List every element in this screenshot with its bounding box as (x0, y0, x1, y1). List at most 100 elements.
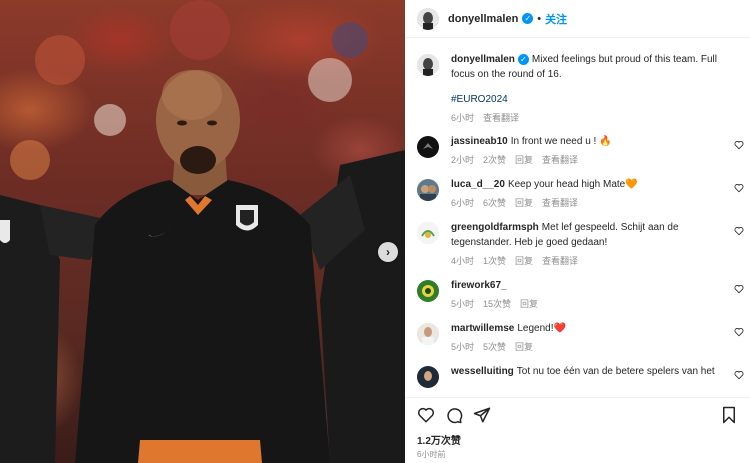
post-photo[interactable]: › (0, 0, 405, 463)
comment-item: jassineab10 In front we need u ! 🔥 2小时 2次… (405, 134, 750, 166)
post-panel: donyellmalen ✓ • 关注 donyellmalen ✓ Mixed f… (405, 0, 750, 463)
comment-meta: 4小时 1次赞 回复 查看翻译 (451, 254, 722, 267)
comments-list[interactable]: donyellmalen ✓ Mixed feelings but proud of… (405, 44, 750, 396)
comment-likes[interactable]: 1次赞 (483, 254, 506, 267)
firework-avatar (417, 280, 439, 302)
comment-meta: 2小时 2次赞 回复 查看翻译 (451, 153, 722, 166)
comment-translate-link[interactable]: 查看翻译 (542, 196, 578, 209)
comment-text: luca_d__20 Keep your head high Mate🧡 (451, 177, 722, 192)
comment-icon[interactable] (445, 406, 463, 424)
caption-hashtag[interactable]: #EURO2024 (451, 92, 722, 107)
comment-meta: 6小时 6次赞 回复 查看翻译 (451, 196, 722, 209)
author-avatar-image (417, 54, 439, 76)
comment-username[interactable]: greengoldfarmsph (451, 222, 539, 233)
post-header: donyellmalen ✓ • 关注 (405, 0, 750, 38)
caption-body: donyellmalen ✓ Mixed feelings but proud of… (451, 52, 738, 124)
comment-body: martwillemse Legend!❤️ 5小时 5次赞 回复 (451, 321, 738, 353)
greengold-avatar (417, 222, 439, 244)
post-timestamp: 6小时前 (417, 450, 446, 459)
comment-like-heart-icon[interactable] (734, 327, 744, 337)
caption-item: donyellmalen ✓ Mixed feelings but proud of… (405, 52, 750, 124)
comment-likes[interactable]: 2次赞 (483, 153, 506, 166)
comment-likes[interactable]: 5次赞 (483, 340, 506, 353)
comment-reply-button[interactable]: 回复 (515, 153, 533, 166)
comment-avatar[interactable] (417, 179, 439, 201)
author-avatar-image (417, 7, 439, 30)
comment-meta: 5小时 15次赞 回复 (451, 297, 722, 310)
comment-like-heart-icon[interactable] (734, 183, 744, 193)
comment-like-heart-icon[interactable] (734, 370, 744, 380)
comment-avatar[interactable] (417, 136, 439, 158)
comment-like-heart-icon[interactable] (734, 226, 744, 236)
comment-item: wesselluiting Tot nu toe één van de beter… (405, 364, 750, 388)
verified-badge-icon: ✓ (522, 13, 534, 24)
comment-content: In front we need u ! 🔥 (510, 136, 612, 147)
comment-reply-button[interactable]: 回复 (515, 254, 533, 267)
comment-body: jassineab10 In front we need u ! 🔥 2小时 2次… (451, 134, 738, 166)
comment-content: Legend!❤️ (517, 323, 566, 334)
comment-content: Keep your head high Mate🧡 (507, 179, 638, 190)
chevron-right-icon: › (386, 245, 390, 259)
comment-reply-button[interactable]: 回复 (520, 297, 538, 310)
author-username[interactable]: donyellmalen (448, 13, 518, 25)
comment-text: martwillemse Legend!❤️ (451, 321, 722, 336)
comment-text: jassineab10 In front we need u ! 🔥 (451, 134, 722, 149)
comment-text: firework67_ (451, 278, 722, 293)
share-icon[interactable] (473, 406, 491, 424)
comment-likes[interactable]: 6次赞 (483, 196, 506, 209)
jassineab10-avatar (417, 136, 439, 158)
caption-username[interactable]: donyellmalen (451, 54, 515, 65)
post-like-count[interactable]: 1.2万次赞 (417, 432, 461, 447)
comment-translate-link[interactable]: 查看翻译 (542, 254, 578, 267)
bookmark-icon[interactable] (720, 406, 738, 424)
carousel-next-button[interactable]: › (378, 242, 398, 262)
caption-time: 6小时 (451, 113, 475, 123)
comment-like-heart-icon[interactable] (734, 284, 744, 294)
caption-text: donyellmalen ✓ Mixed feelings but proud of… (451, 52, 722, 82)
comment-avatar[interactable] (417, 222, 439, 244)
comment-like-heart-icon[interactable] (734, 140, 744, 150)
comment-body: wesselluiting Tot nu toe één van de beter… (451, 364, 738, 388)
header-separator: • (537, 12, 542, 25)
comment-item: martwillemse Legend!❤️ 5小时 5次赞 回复 (405, 321, 750, 353)
wesselluiting-avatar (417, 366, 439, 388)
comment-time: 4小时 (451, 256, 475, 266)
comment-username[interactable]: martwillemse (451, 323, 514, 334)
comment-username[interactable]: luca_d__20 (451, 179, 505, 190)
comment-text: greengoldfarmsph Met lef gespeeld. Schijt… (451, 220, 722, 250)
comment-time: 5小时 (451, 299, 475, 309)
author-avatar[interactable] (417, 7, 439, 30)
author-avatar[interactable] (417, 54, 439, 76)
comment-item: firework67_ 5小时 15次赞 回复 (405, 278, 750, 310)
comment-item: luca_d__20 Keep your head high Mate🧡 6小时 … (405, 177, 750, 209)
comment-avatar[interactable] (417, 323, 439, 345)
comment-translate-link[interactable]: 查看翻译 (542, 153, 578, 166)
verified-badge-icon: ✓ (517, 53, 529, 65)
comment-avatar[interactable] (417, 366, 439, 388)
comment-username[interactable]: firework67_ (451, 280, 507, 291)
follow-button[interactable]: 关注 (545, 11, 567, 27)
comment-reply-button[interactable]: 回复 (515, 340, 533, 353)
comment-username[interactable]: jassineab10 (451, 136, 508, 147)
comment-time: 2小时 (451, 155, 475, 165)
comment-content: Tot nu toe één van de betere spelers van… (516, 366, 715, 377)
comment-likes[interactable]: 15次赞 (483, 297, 511, 310)
comment-body: firework67_ 5小时 15次赞 回复 (451, 278, 738, 310)
heart-icon[interactable] (417, 406, 435, 424)
comment-body: luca_d__20 Keep your head high Mate🧡 6小时 … (451, 177, 738, 209)
comment-avatar[interactable] (417, 280, 439, 302)
comment-text: wesselluiting Tot nu toe één van de beter… (451, 364, 722, 379)
comment-body: greengoldfarmsph Met lef gespeeld. Schijt… (451, 220, 738, 267)
comment-time: 5小时 (451, 342, 475, 352)
post-photo-illustration (0, 0, 405, 463)
caption-meta: 6小时 查看翻译 (451, 111, 722, 124)
comment-item: greengoldfarmsph Met lef gespeeld. Schijt… (405, 220, 750, 267)
post-actions-bar (405, 397, 750, 431)
caption-translate-link[interactable]: 查看翻译 (483, 111, 519, 124)
luca-avatar (417, 179, 439, 201)
comment-meta: 5小时 5次赞 回复 (451, 340, 722, 353)
martwillemse-avatar (417, 323, 439, 345)
comment-time: 6小时 (451, 198, 475, 208)
comment-reply-button[interactable]: 回复 (515, 196, 533, 209)
comment-username[interactable]: wesselluiting (451, 366, 514, 377)
